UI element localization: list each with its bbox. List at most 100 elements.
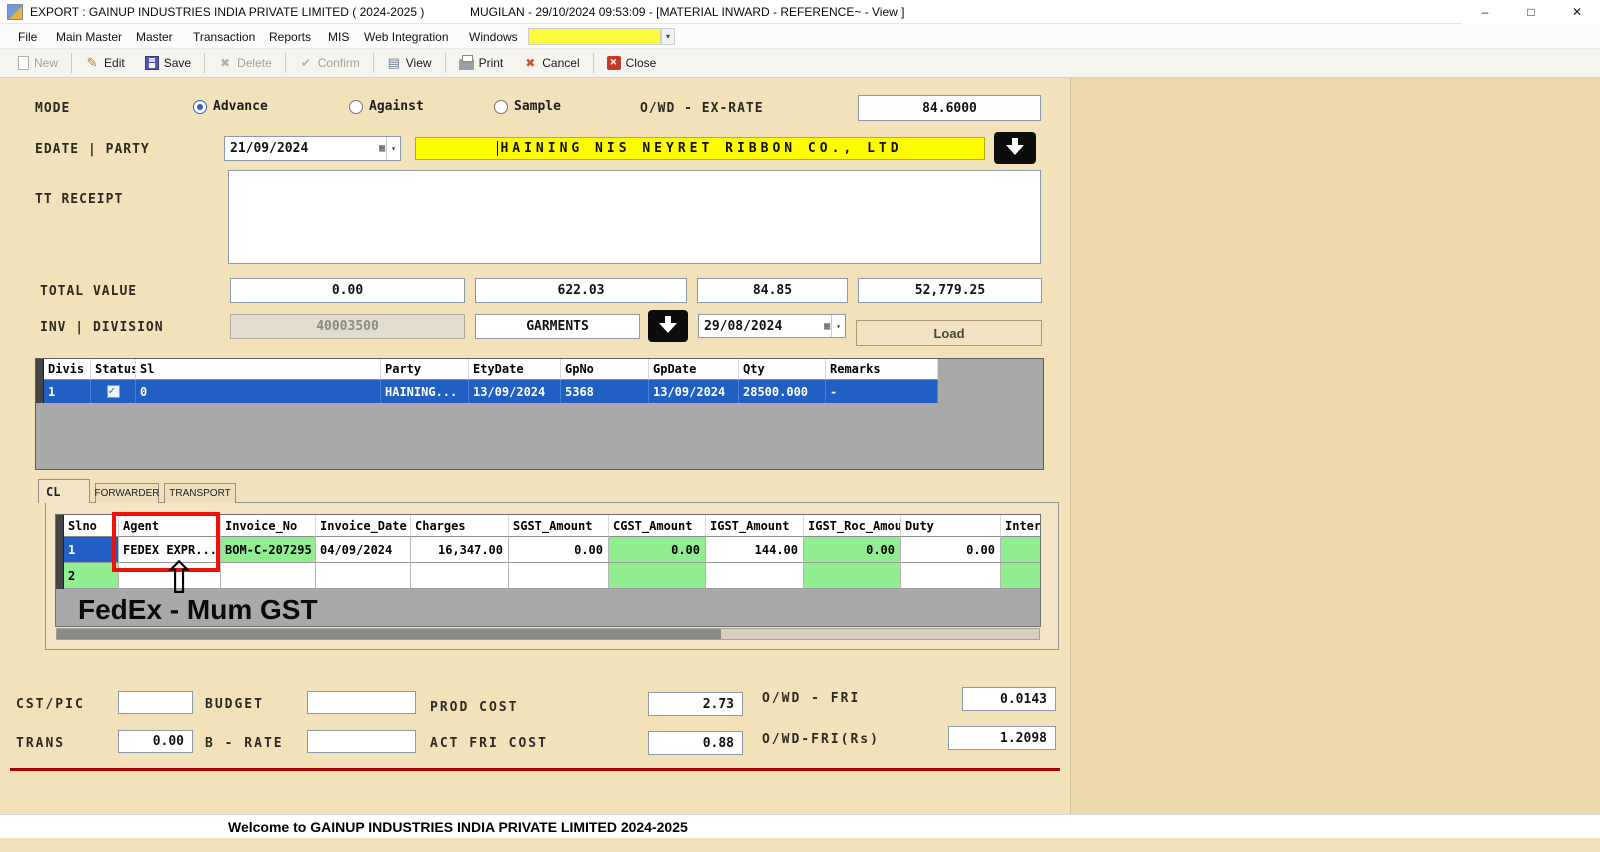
- cell-igst-roc[interactable]: [804, 563, 901, 589]
- tab-forwarder[interactable]: FORWARDER: [95, 483, 159, 503]
- cell-slno[interactable]: 2: [64, 563, 119, 589]
- menu-master[interactable]: Master: [132, 24, 177, 49]
- edit-button[interactable]: Edit: [75, 52, 135, 74]
- cell-igst-roc[interactable]: 0.00: [804, 537, 901, 563]
- grid1-selected-row[interactable]: 1 0 HAINING... 13/09/2024 5368 13/09/202…: [36, 380, 1043, 403]
- exrate-field[interactable]: 84.6000: [858, 95, 1041, 121]
- horizontal-scrollbar[interactable]: [56, 628, 1040, 640]
- cell-etydate[interactable]: 13/09/2024: [469, 380, 561, 403]
- close-button[interactable]: Close: [597, 52, 667, 74]
- cst-pic-field[interactable]: [118, 691, 193, 714]
- menu-transaction[interactable]: Transaction: [189, 24, 259, 49]
- radio-sample[interactable]: Sample: [494, 99, 561, 114]
- material-inward-grid[interactable]: Divis Status Sl Party EtyDate GpNo GpDat…: [35, 358, 1044, 470]
- cell-remarks[interactable]: -: [826, 380, 938, 403]
- radio-against[interactable]: Against: [349, 99, 424, 114]
- chevron-down-icon[interactable]: ▾: [386, 137, 400, 160]
- menu-quick-search-dropdown-icon[interactable]: ▾: [661, 28, 675, 45]
- menu-mis[interactable]: MIS: [324, 24, 353, 49]
- budget-field[interactable]: [307, 691, 416, 714]
- grid1-col-party[interactable]: Party: [381, 359, 469, 380]
- cell-igst[interactable]: 144.00: [706, 537, 804, 563]
- cell-sgst[interactable]: [509, 563, 609, 589]
- cell-invoice-date[interactable]: [316, 563, 411, 589]
- load-button[interactable]: Load: [856, 320, 1042, 346]
- cell-duty[interactable]: 0.00: [901, 537, 1001, 563]
- trans-field[interactable]: 0.00: [118, 730, 193, 753]
- grid2-col-inter[interactable]: Inter: [1001, 515, 1041, 537]
- edate-datepicker[interactable]: 21/09/2024 ▦ ▾: [224, 136, 401, 161]
- cell-duty[interactable]: [901, 563, 1001, 589]
- cell-invoice-no[interactable]: [221, 563, 316, 589]
- scrollbar-thumb[interactable]: [57, 629, 721, 639]
- owd-fri-rs-field[interactable]: 1.2098: [948, 726, 1056, 750]
- grid2-col-invoice-no[interactable]: Invoice_No: [221, 515, 316, 537]
- cell-status[interactable]: [91, 380, 136, 403]
- grid2-col-invoice-date[interactable]: Invoice_Date: [316, 515, 411, 537]
- grid1-col-sl[interactable]: Sl: [136, 359, 381, 380]
- grid2-col-cgst[interactable]: CGST_Amount: [609, 515, 706, 537]
- grid1-col-gpdate[interactable]: GpDate: [649, 359, 739, 380]
- menu-windows[interactable]: Windows: [465, 24, 522, 49]
- total-value-field-4[interactable]: 52,779.25: [858, 278, 1042, 303]
- grid1-col-remarks[interactable]: Remarks: [826, 359, 938, 380]
- radio-advance[interactable]: Advance: [193, 99, 268, 114]
- cell-charges[interactable]: [411, 563, 509, 589]
- menu-reports[interactable]: Reports: [265, 24, 315, 49]
- total-value-field-3[interactable]: 84.85: [697, 278, 848, 303]
- close-window-button[interactable]: ✕: [1554, 0, 1600, 24]
- act-fri-cost-field[interactable]: 0.88: [648, 731, 743, 755]
- cell-divis[interactable]: 1: [44, 380, 91, 403]
- grid1-col-etydate[interactable]: EtyDate: [469, 359, 561, 380]
- cell-gpdate[interactable]: 13/09/2024: [649, 380, 739, 403]
- total-value-field-2[interactable]: 622.03: [475, 278, 687, 303]
- cell-qty[interactable]: 28500.000: [739, 380, 826, 403]
- new-button[interactable]: New: [8, 52, 68, 74]
- cell-party[interactable]: HAINING...: [381, 380, 469, 403]
- cell-sl[interactable]: 0: [136, 380, 381, 403]
- cell-sgst[interactable]: 0.00: [509, 537, 609, 563]
- grid1-col-gpno[interactable]: GpNo: [561, 359, 649, 380]
- view-button[interactable]: View: [377, 52, 442, 74]
- b-rate-field[interactable]: [307, 730, 416, 753]
- cancel-button[interactable]: Cancel: [513, 52, 589, 74]
- owd-fri-field[interactable]: 0.0143: [962, 687, 1056, 711]
- cell-igst[interactable]: [706, 563, 804, 589]
- print-button[interactable]: Print: [449, 52, 514, 74]
- cell-gpno[interactable]: 5368: [561, 380, 649, 403]
- grid2-col-duty[interactable]: Duty: [901, 515, 1001, 537]
- total-value-field-1[interactable]: 0.00: [230, 278, 465, 303]
- menu-main-master[interactable]: Main Master: [52, 24, 126, 49]
- cell-invoice-date[interactable]: 04/09/2024: [316, 537, 411, 563]
- division-field[interactable]: GARMENTS: [475, 314, 640, 339]
- cell-slno[interactable]: 1: [64, 537, 119, 563]
- grid2-col-igst-roc[interactable]: IGST_Roc_Amou: [804, 515, 901, 537]
- grid2-col-charges[interactable]: Charges: [411, 515, 509, 537]
- grid2-col-sgst[interactable]: SGST_Amount: [509, 515, 609, 537]
- menu-file[interactable]: File: [14, 24, 41, 49]
- cell-invoice-no[interactable]: BOM-C-207295: [221, 537, 316, 563]
- maximize-button[interactable]: □: [1508, 0, 1554, 24]
- tab-transport[interactable]: TRANSPORT: [164, 483, 236, 503]
- cell-inter[interactable]: [1001, 537, 1041, 563]
- invoice-datepicker[interactable]: 29/08/2024 ▦ ▾: [698, 314, 846, 338]
- menu-quick-search-input[interactable]: [528, 28, 661, 45]
- cell-inter[interactable]: [1001, 563, 1041, 589]
- tab-cl[interactable]: CL: [38, 479, 90, 503]
- delete-button[interactable]: Delete: [208, 52, 282, 74]
- menu-web-integration[interactable]: Web Integration: [360, 24, 453, 49]
- party-field[interactable]: HAINING NIS NEYRET RIBBON CO., LTD: [415, 137, 985, 160]
- cell-cgst[interactable]: [609, 563, 706, 589]
- grid1-col-divis[interactable]: Divis: [44, 359, 91, 380]
- division-lookup-button[interactable]: [648, 310, 688, 342]
- status-checkbox[interactable]: [107, 385, 120, 398]
- grid2-col-igst[interactable]: IGST_Amount: [706, 515, 804, 537]
- confirm-button[interactable]: Confirm: [289, 52, 370, 74]
- save-button[interactable]: Save: [135, 52, 201, 74]
- chevron-down-icon[interactable]: ▾: [831, 315, 845, 337]
- minimize-button[interactable]: –: [1462, 0, 1508, 24]
- party-lookup-button[interactable]: [994, 132, 1036, 164]
- cell-charges[interactable]: 16,347.00: [411, 537, 509, 563]
- tt-receipt-field[interactable]: [228, 170, 1041, 264]
- grid2-col-slno[interactable]: Slno: [64, 515, 119, 537]
